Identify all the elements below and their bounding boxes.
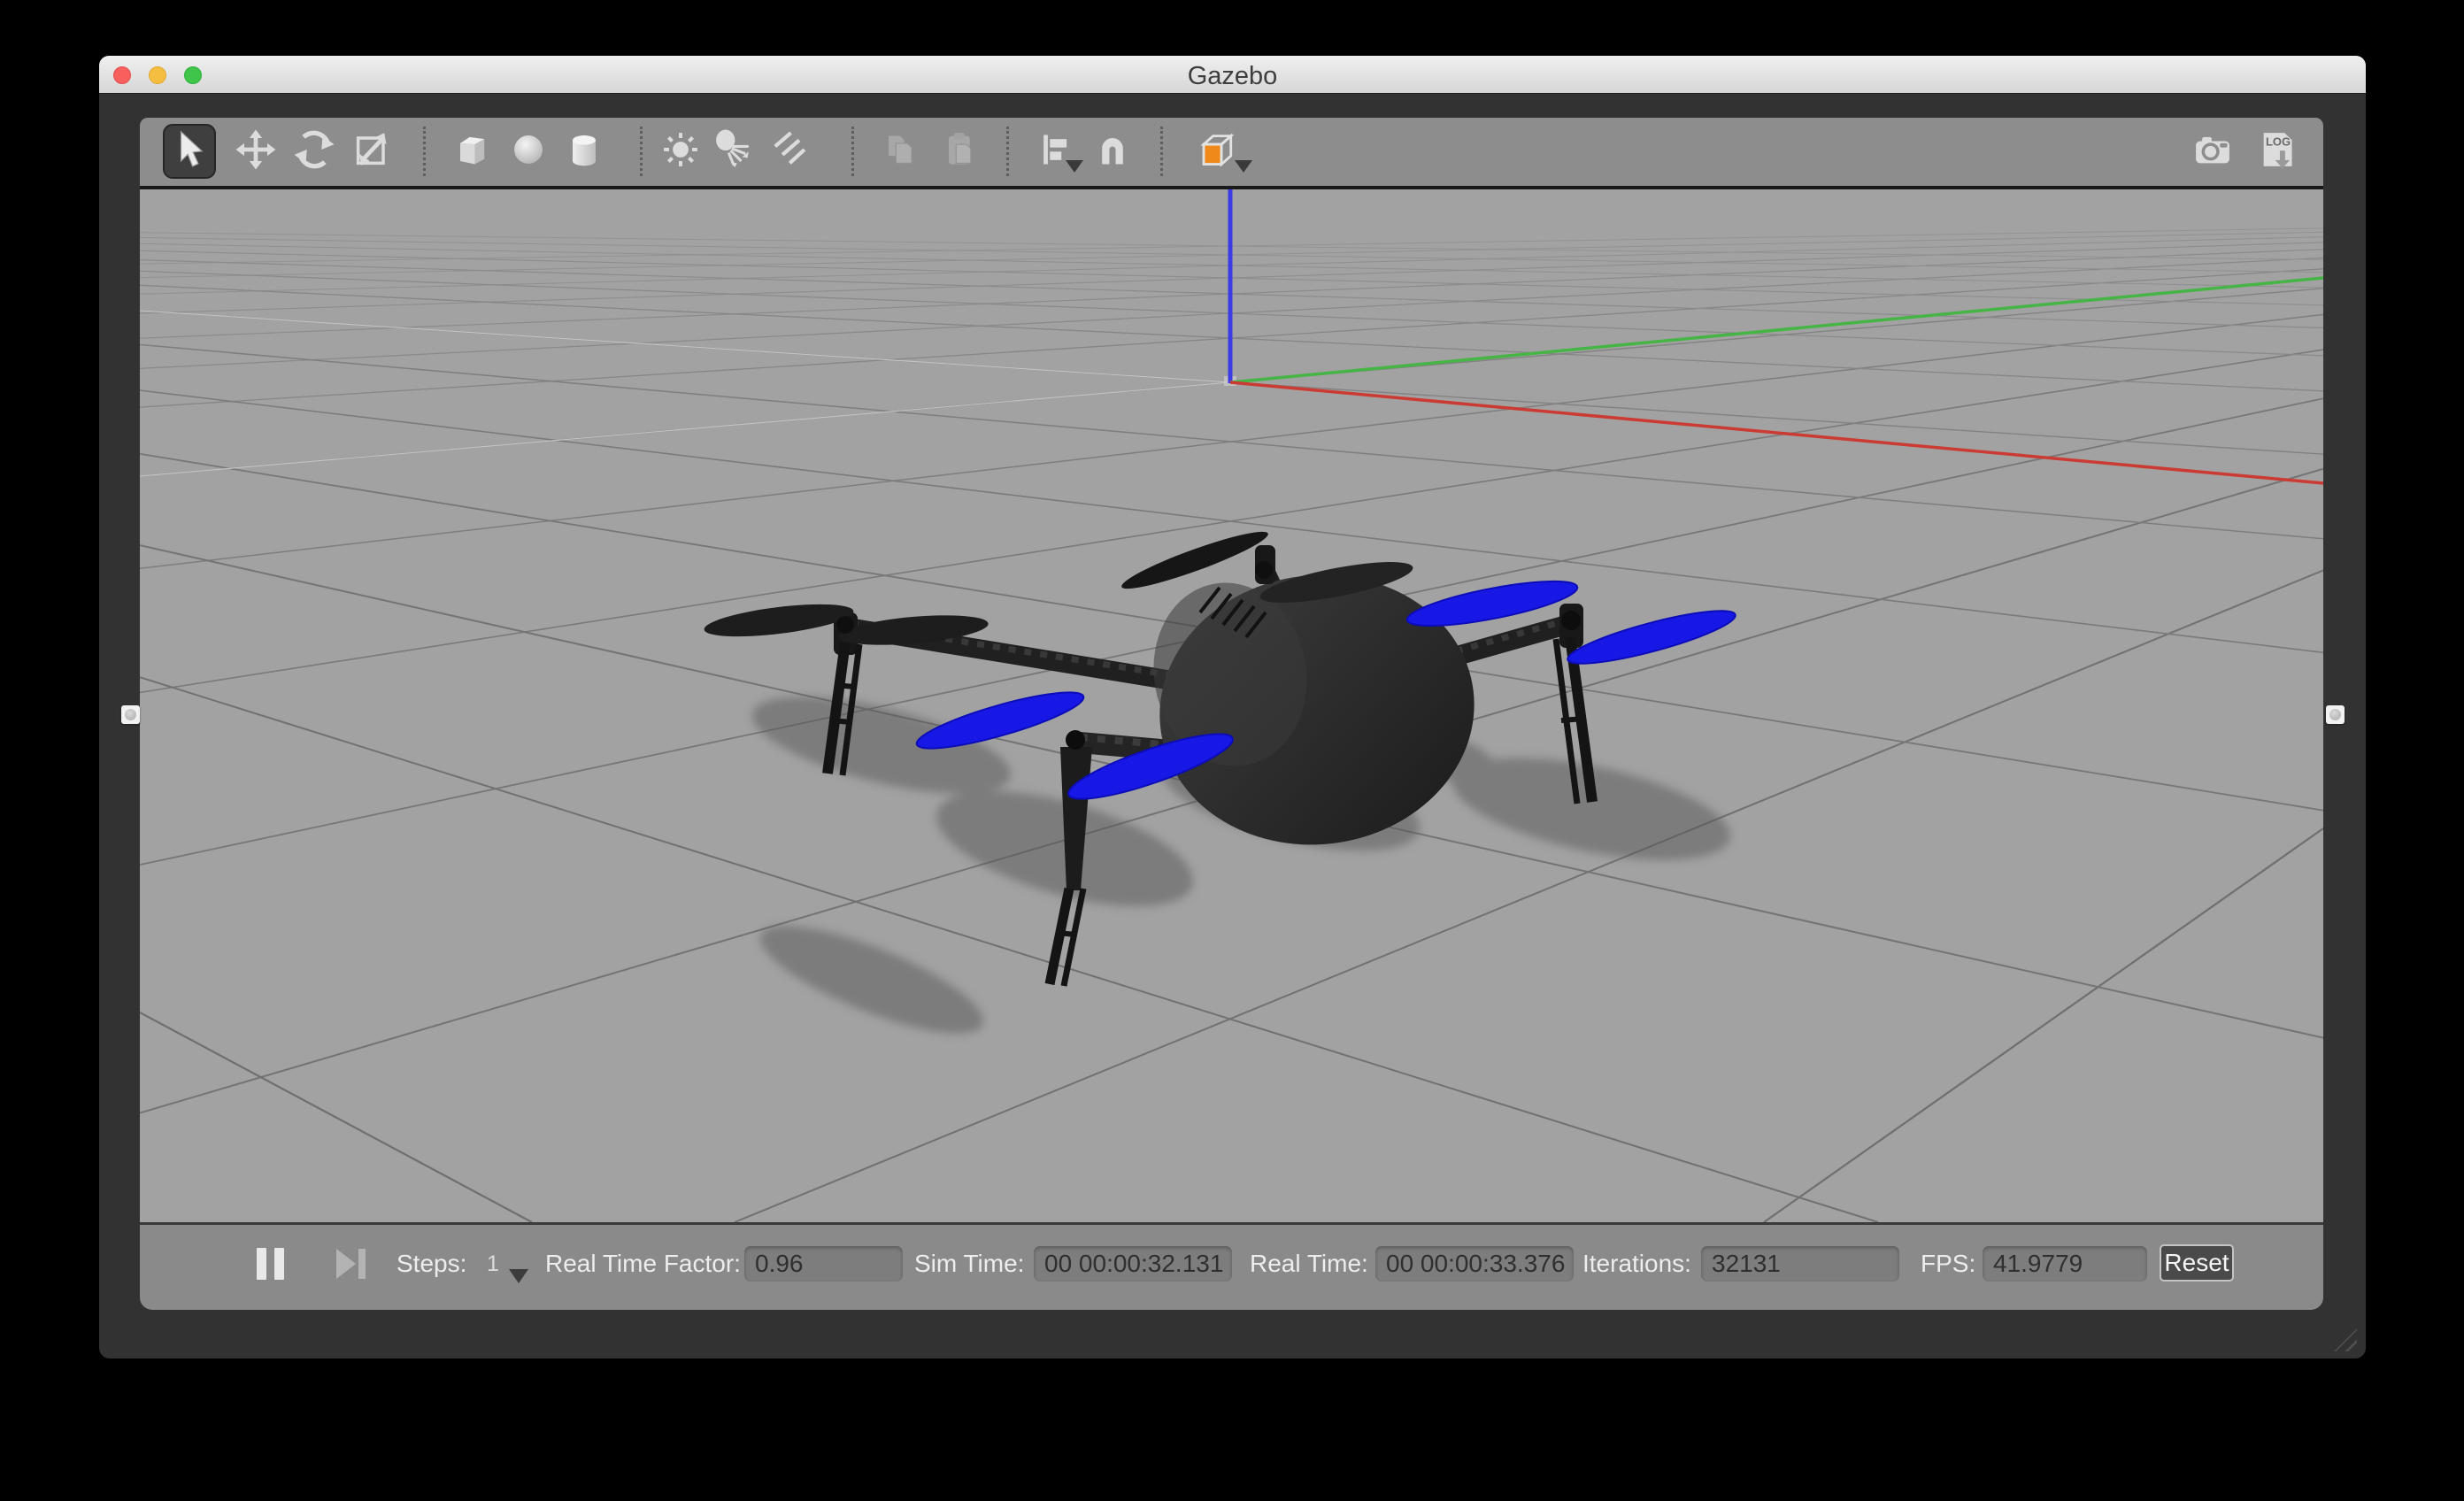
copy-icon	[877, 127, 923, 177]
insert-sphere-button[interactable]	[504, 127, 553, 176]
real-time-factor-label: Real Time Factor:	[545, 1246, 741, 1282]
scale-tool-button[interactable]	[347, 127, 397, 176]
insert-directional-light-button[interactable]	[763, 127, 812, 176]
steps-label: Steps:	[397, 1246, 466, 1282]
scale-icon	[349, 127, 395, 177]
paste-button[interactable]	[936, 127, 985, 176]
fps-label: FPS:	[1921, 1246, 1975, 1282]
splitter-grip-icon	[2329, 709, 2341, 720]
pause-icon	[257, 1248, 266, 1280]
insert-box-button[interactable]	[447, 127, 497, 176]
toolbar-separator	[1006, 127, 1009, 176]
toolbar: LOG	[140, 118, 2323, 186]
rotate-tool-button[interactable]	[289, 127, 339, 176]
render-viewport[interactable]	[140, 189, 2323, 1222]
y-axis	[1230, 278, 2323, 382]
magnet-icon	[1090, 127, 1136, 177]
reset-button[interactable]: Reset	[2160, 1244, 2234, 1282]
steps-dropdown-caret[interactable]	[509, 1269, 528, 1283]
toolbar-separator	[851, 127, 854, 176]
cylinder-icon	[561, 127, 607, 177]
left-panel-splitter-handle[interactable]	[121, 705, 140, 724]
directional-light-icon	[765, 127, 811, 177]
svg-text:LOG: LOG	[2266, 135, 2291, 148]
pause-button[interactable]	[257, 1248, 289, 1280]
spot-light-icon	[710, 127, 756, 177]
screen: Gazebo	[0, 0, 2464, 1501]
real-time-label: Real Time:	[1250, 1246, 1368, 1282]
cursor-arrow-icon	[166, 127, 212, 177]
view-angle-button[interactable]	[1190, 127, 1240, 176]
pause-icon	[274, 1248, 284, 1280]
step-icon-bar	[358, 1249, 366, 1279]
step-button[interactable]	[336, 1248, 368, 1280]
insert-point-light-button[interactable]	[656, 127, 705, 176]
camera-icon	[2190, 127, 2236, 177]
move-icon	[233, 127, 279, 177]
insert-cylinder-button[interactable]	[559, 127, 609, 176]
window-resize-grip[interactable]	[2334, 1328, 2357, 1351]
fps-value: 41.9779	[1983, 1246, 2147, 1282]
iterations-label: Iterations:	[1582, 1246, 1691, 1282]
right-panel-splitter-handle[interactable]	[2326, 705, 2345, 724]
align-dropdown-caret[interactable]	[1066, 160, 1083, 173]
copy-button[interactable]	[875, 127, 925, 176]
steps-value[interactable]: 1	[487, 1248, 499, 1280]
world-axes	[1224, 189, 2323, 483]
sim-time-value: 00 00:00:32.131	[1034, 1246, 1232, 1282]
step-icon	[336, 1249, 356, 1279]
point-light-icon	[658, 127, 704, 177]
toolbar-separator	[640, 127, 643, 176]
real-time-value: 00 00:00:33.376	[1375, 1246, 1574, 1282]
scene	[140, 189, 2323, 1222]
paste-icon	[937, 127, 983, 177]
gazebo-window: Gazebo	[99, 56, 2366, 1359]
toolbar-separator	[1160, 127, 1163, 176]
simulation-statusbar: Steps: 1 Real Time Factor: 0.96 Sim Time…	[140, 1225, 2323, 1310]
titlebar[interactable]: Gazebo	[99, 56, 2366, 94]
sim-time-label: Sim Time:	[914, 1246, 1024, 1282]
insert-spot-light-button[interactable]	[708, 127, 758, 176]
real-time-factor-value: 0.96	[744, 1246, 903, 1282]
splitter-grip-icon	[125, 709, 136, 720]
screenshot-button[interactable]	[2188, 127, 2237, 176]
sphere-icon	[505, 127, 551, 177]
iterations-value: 32131	[1701, 1246, 1899, 1282]
view-angle-dropdown-caret[interactable]	[1235, 160, 1252, 173]
log-icon: LOG	[2254, 127, 2300, 177]
window-title: Gazebo	[99, 62, 2366, 91]
snap-button[interactable]	[1088, 127, 1137, 176]
rotate-icon	[291, 127, 337, 177]
log-record-button[interactable]: LOG	[2252, 127, 2302, 176]
translate-tool-button[interactable]	[231, 127, 281, 176]
select-tool-button[interactable]	[163, 124, 216, 179]
toolbar-separator	[423, 127, 426, 176]
view-cube-icon	[1192, 127, 1238, 177]
box-icon	[449, 127, 495, 177]
